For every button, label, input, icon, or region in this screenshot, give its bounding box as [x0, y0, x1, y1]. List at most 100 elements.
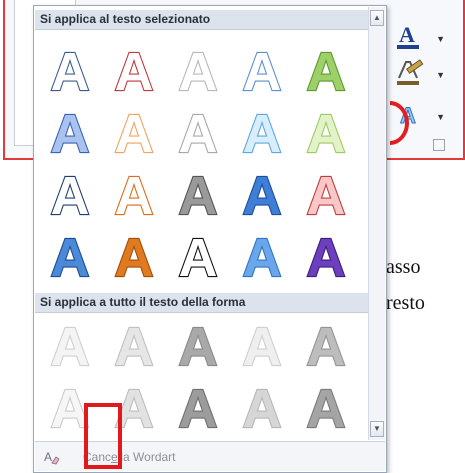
svg-text:A: A — [179, 42, 218, 102]
wordart-shape-style-2-5[interactable]: A — [296, 376, 356, 440]
svg-text:A: A — [307, 104, 346, 164]
wordart-letter-icon: A — [49, 316, 90, 378]
wordart-letter-icon: A — [113, 41, 154, 103]
wordart-letter-icon: A — [113, 227, 154, 289]
text-fill-icon: A — [397, 22, 419, 49]
svg-text:A: A — [179, 166, 218, 226]
wordart-shape-style-1-3[interactable]: A — [168, 314, 228, 378]
wordart-style-2-1[interactable]: A — [40, 101, 100, 165]
wordart-letter-icon: A — [241, 165, 282, 227]
gallery-scrollbar[interactable]: ▲ ▼ — [368, 7, 385, 440]
wordart-letter-icon: A — [241, 378, 282, 440]
wordart-style-4-2[interactable]: A — [104, 225, 164, 289]
wordart-style-3-3[interactable]: A — [168, 163, 228, 227]
svg-text:A: A — [243, 104, 282, 164]
wordart-style-1-3[interactable]: A — [168, 39, 228, 103]
svg-text:A: A — [51, 166, 90, 226]
wordart-shape-style-2-3[interactable]: A — [168, 376, 228, 440]
svg-text:A: A — [307, 379, 346, 439]
wordart-letter-icon: A — [241, 227, 282, 289]
chevron-down-icon[interactable]: ▼ — [436, 112, 445, 122]
svg-text:A: A — [115, 42, 154, 102]
text-outline-button[interactable]: ▼ — [393, 58, 449, 90]
wordart-letter-icon: A — [177, 227, 218, 289]
wordart-letter-icon: A — [305, 227, 346, 289]
wordart-letter-icon: A — [177, 103, 218, 165]
wordart-letter-icon: A — [305, 165, 346, 227]
chevron-down-icon[interactable]: ▼ — [436, 70, 445, 80]
wordart-style-2-2[interactable]: A — [104, 101, 164, 165]
svg-text:A: A — [243, 42, 282, 102]
svg-text:A: A — [115, 228, 154, 288]
wordart-letter-icon: A — [305, 378, 346, 440]
wordart-style-3-2[interactable]: A — [104, 163, 164, 227]
wordart-style-3-4[interactable]: A — [232, 163, 292, 227]
wordart-letter-icon: A — [113, 316, 154, 378]
scroll-down-button[interactable]: ▼ — [370, 421, 384, 437]
wordart-style-4-3[interactable]: A — [168, 225, 228, 289]
svg-text:A: A — [115, 104, 154, 164]
svg-text:A: A — [307, 317, 346, 377]
highlight-box — [84, 403, 122, 469]
wordart-letter-icon: A — [49, 103, 90, 165]
svg-text:A: A — [179, 379, 218, 439]
wordart-letter-icon: A — [177, 316, 218, 378]
wordart-letter-icon: A — [241, 41, 282, 103]
svg-text:A: A — [179, 228, 218, 288]
svg-text:A: A — [243, 166, 282, 226]
text-fill-button[interactable]: A ▼ — [393, 22, 449, 54]
wordart-letter-icon: A — [113, 165, 154, 227]
svg-text:A: A — [51, 317, 90, 377]
wordart-letter-icon: A — [177, 41, 218, 103]
wordart-letter-icon: A — [305, 316, 346, 378]
wordart-style-2-4[interactable]: A — [232, 101, 292, 165]
wordart-letter-icon: A — [49, 227, 90, 289]
svg-text:A: A — [51, 104, 90, 164]
wordart-style-2-3[interactable]: A — [168, 101, 228, 165]
svg-text:A: A — [51, 42, 90, 102]
svg-text:A: A — [307, 228, 346, 288]
wordart-style-3-5[interactable]: A — [296, 163, 356, 227]
wordart-letter-icon: A — [305, 41, 346, 103]
wordart-letter-icon: A — [49, 165, 90, 227]
wordart-shape-style-1-5[interactable]: A — [296, 314, 356, 378]
wordart-shape-style-2-4[interactable]: A — [232, 376, 292, 440]
svg-text:A: A — [44, 450, 52, 464]
wordart-shape-style-1-1[interactable]: A — [40, 314, 100, 378]
wordart-style-4-1[interactable]: A — [40, 225, 100, 289]
wordart-letter-icon: A — [305, 103, 346, 165]
svg-text:A: A — [179, 317, 218, 377]
wordart-style-2-5[interactable]: A — [296, 101, 356, 165]
wordart-letter-icon: A — [241, 316, 282, 378]
section-header-selected-text: Si applica al testo selezionato — [35, 10, 369, 30]
wordart-style-3-1[interactable]: A — [40, 163, 100, 227]
wordart-style-1-4[interactable]: A — [232, 39, 292, 103]
wordart-style-4-4[interactable]: A — [232, 225, 292, 289]
wordart-style-1-1[interactable]: A — [40, 39, 100, 103]
wordart-style-4-5[interactable]: A — [296, 225, 356, 289]
wordart-shape-style-1-2[interactable]: A — [104, 314, 164, 378]
chevron-down-icon[interactable]: ▼ — [436, 34, 445, 44]
svg-text:A: A — [399, 22, 415, 47]
wordart-letter-icon: A — [241, 103, 282, 165]
svg-text:A: A — [51, 228, 90, 288]
scroll-up-button[interactable]: ▲ — [370, 10, 384, 26]
wordart-letter-icon: A — [49, 41, 90, 103]
svg-text:A: A — [115, 166, 154, 226]
svg-text:A: A — [307, 42, 346, 102]
wordart-letter-icon: A — [177, 165, 218, 227]
wordart-style-1-5[interactable]: A — [296, 39, 356, 103]
section-header-whole-shape: Si applica a tutto il testo della forma — [35, 293, 369, 313]
svg-text:A: A — [243, 228, 282, 288]
svg-text:A: A — [115, 317, 154, 377]
svg-text:A: A — [179, 104, 218, 164]
dialog-launcher-icon[interactable] — [433, 139, 445, 151]
text-outline-icon — [397, 59, 424, 85]
clear-format-icon: A — [44, 450, 60, 465]
wordart-style-1-2[interactable]: A — [104, 39, 164, 103]
wordart-shape-style-1-4[interactable]: A — [232, 314, 292, 378]
wordart-letter-icon: A — [177, 378, 218, 440]
wordart-letter-icon: A — [113, 103, 154, 165]
svg-text:A: A — [243, 317, 282, 377]
document-text-line: resto — [386, 292, 425, 314]
